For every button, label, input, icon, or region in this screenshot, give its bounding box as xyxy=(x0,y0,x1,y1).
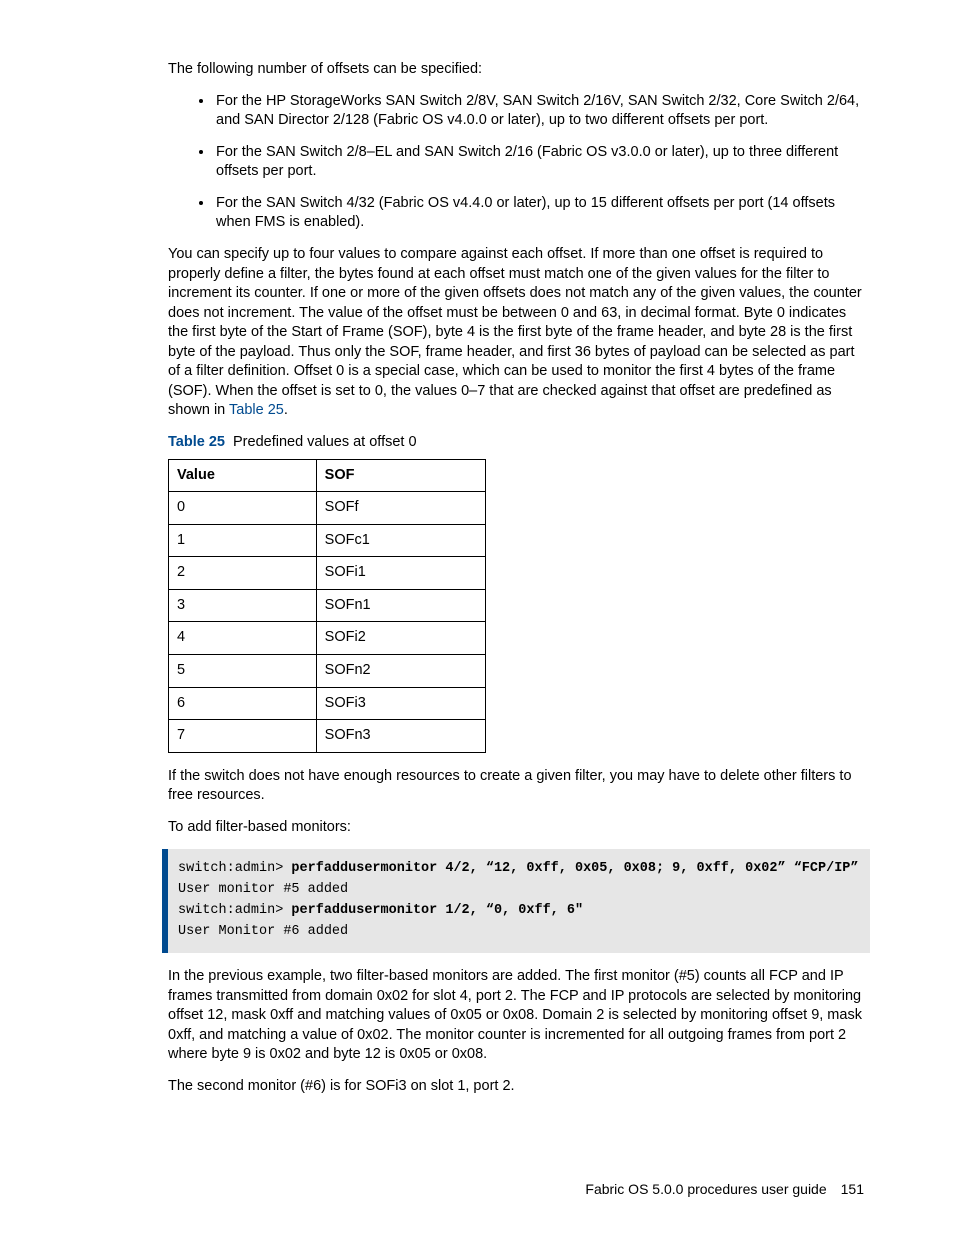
table-row: 7SOFn3 xyxy=(169,720,486,753)
table-row: 6SOFi3 xyxy=(169,687,486,720)
cell-sof: SOFn1 xyxy=(316,589,485,622)
table-25-link[interactable]: Table 25 xyxy=(229,402,284,418)
cell-value: 4 xyxy=(169,622,317,655)
col-header-sof: SOF xyxy=(316,459,485,492)
text-run: You can specify up to four values to com… xyxy=(168,246,862,419)
cell-value: 6 xyxy=(169,687,317,720)
table-row: 5SOFn2 xyxy=(169,654,486,687)
example-explanation-paragraph: In the previous example, two filter-base… xyxy=(168,967,864,1065)
table-row: 2SOFi1 xyxy=(169,557,486,590)
cell-value: 7 xyxy=(169,720,317,753)
table-number: Table 25 xyxy=(168,434,225,450)
cell-sof: SOFn3 xyxy=(316,720,485,753)
command: perfaddusermonitor 1/2, “0, 0xff, 6" xyxy=(291,903,583,918)
cell-value: 1 xyxy=(169,524,317,557)
output-line: User monitor #5 added xyxy=(178,882,348,897)
cell-value: 0 xyxy=(169,492,317,525)
table-25-caption: Table 25 Predefined values at offset 0 xyxy=(168,433,864,453)
prompt: switch:admin> xyxy=(178,903,291,918)
col-header-value: Value xyxy=(169,459,317,492)
second-monitor-paragraph: The second monitor (#6) is for SOFi3 on … xyxy=(168,1077,864,1097)
code-example: switch:admin> perfaddusermonitor 4/2, “1… xyxy=(162,849,870,953)
cell-sof: SOFf xyxy=(316,492,485,525)
list-item: For the HP StorageWorks SAN Switch 2/8V,… xyxy=(214,92,864,131)
document-page: The following number of offsets can be s… xyxy=(0,0,954,1235)
prompt: switch:admin> xyxy=(178,861,291,876)
intro-paragraph: The following number of offsets can be s… xyxy=(168,60,864,80)
offset-explanation-paragraph: You can specify up to four values to com… xyxy=(168,245,864,421)
cell-sof: SOFi2 xyxy=(316,622,485,655)
add-filter-lead: To add filter-based monitors: xyxy=(168,818,864,838)
table-row: 3SOFn1 xyxy=(169,589,486,622)
table-title: Predefined values at offset 0 xyxy=(233,434,417,450)
cell-sof: SOFn2 xyxy=(316,654,485,687)
table-row: 4SOFi2 xyxy=(169,622,486,655)
offset-spec-list: For the HP StorageWorks SAN Switch 2/8V,… xyxy=(168,92,864,233)
page-footer: Fabric OS 5.0.0 procedures user guide 15… xyxy=(585,1180,864,1199)
cell-value: 2 xyxy=(169,557,317,590)
resources-paragraph: If the switch does not have enough resou… xyxy=(168,767,864,806)
list-item: For the SAN Switch 4/32 (Fabric OS v4.4.… xyxy=(214,194,864,233)
table-25: Value SOF 0SOFf 1SOFc1 2SOFi1 3SOFn1 4SO… xyxy=(168,459,486,753)
output-line: User Monitor #6 added xyxy=(178,924,348,939)
table-header-row: Value SOF xyxy=(169,459,486,492)
cell-sof: SOFc1 xyxy=(316,524,485,557)
table-row: 1SOFc1 xyxy=(169,524,486,557)
cell-value: 5 xyxy=(169,654,317,687)
cell-sof: SOFi3 xyxy=(316,687,485,720)
command: perfaddusermonitor 4/2, “12, 0xff, 0x05,… xyxy=(291,861,858,876)
cell-value: 3 xyxy=(169,589,317,622)
cell-sof: SOFi1 xyxy=(316,557,485,590)
table-row: 0SOFf xyxy=(169,492,486,525)
text-run: . xyxy=(284,402,288,418)
list-item: For the SAN Switch 2/8–EL and SAN Switch… xyxy=(214,143,864,182)
